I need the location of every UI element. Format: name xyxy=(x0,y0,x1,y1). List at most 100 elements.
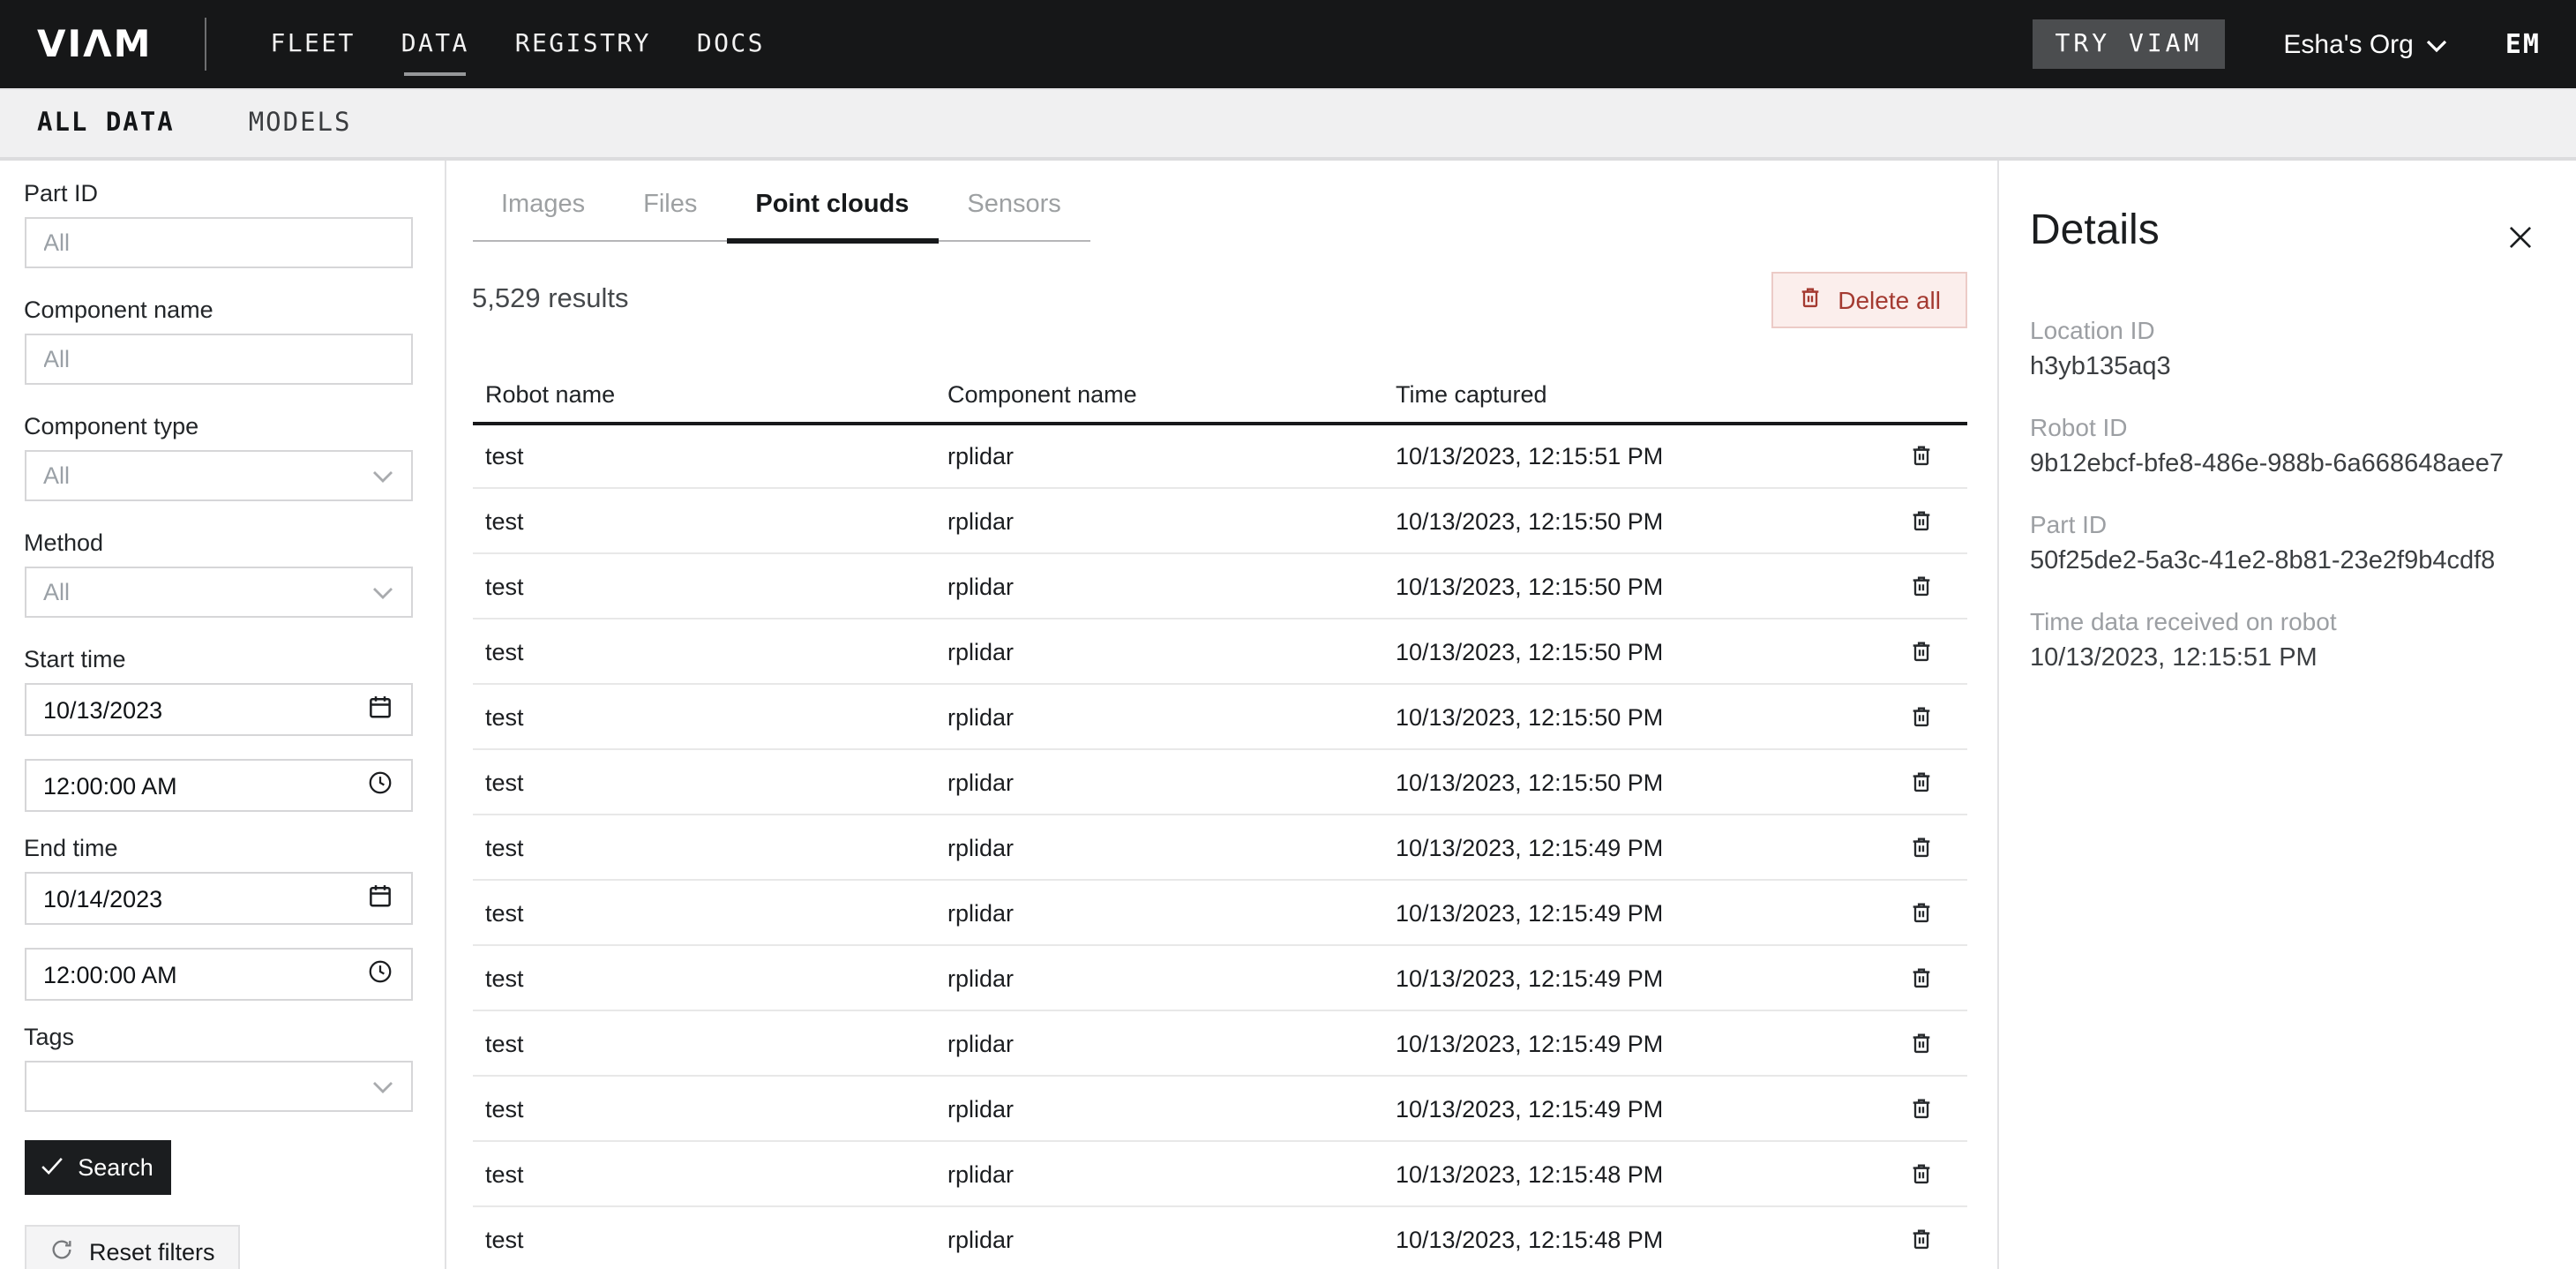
trash-icon xyxy=(1909,513,1934,539)
subnav-tab-all-data[interactable]: ALL DATA xyxy=(37,109,175,138)
viam-logo: VIΛM xyxy=(37,23,152,65)
clock-icon[interactable] xyxy=(366,958,393,990)
nav-item-data[interactable]: DATA xyxy=(401,0,469,88)
table-row[interactable]: test rplidar 10/13/2023, 12:15:49 PM xyxy=(472,815,1967,880)
search-button[interactable]: Search xyxy=(24,1140,170,1195)
cell-component-name: rplidar xyxy=(934,815,1382,880)
cell-component-name: rplidar xyxy=(934,619,1382,684)
method-select[interactable]: All xyxy=(24,567,412,618)
org-name: Esha's Org xyxy=(2283,29,2413,59)
delete-all-button[interactable]: Delete all xyxy=(1771,272,1967,327)
refresh-icon xyxy=(49,1237,73,1267)
try-viam-button[interactable]: TRY VIAM xyxy=(2033,19,2226,69)
trash-icon xyxy=(1909,1166,1934,1192)
data-subnav: ALL DATA MODELS xyxy=(0,88,2576,161)
table-row[interactable]: test rplidar 10/13/2023, 12:15:50 PM xyxy=(472,488,1967,553)
main-nav: FLEET DATA REGISTRY DOCS xyxy=(270,0,764,88)
component-type-label: Component type xyxy=(24,413,411,439)
cell-robot-name: test xyxy=(472,684,934,749)
check-icon xyxy=(41,1154,64,1181)
detail-field-label: Location ID xyxy=(2030,316,2541,344)
table-row[interactable]: test rplidar 10/13/2023, 12:15:50 PM xyxy=(472,749,1967,815)
delete-row-button[interactable] xyxy=(1906,894,1937,929)
cell-robot-name: test xyxy=(472,1076,934,1141)
org-switcher[interactable]: Esha's Org xyxy=(2283,29,2446,59)
component-name-input[interactable] xyxy=(24,334,412,385)
cell-time-captured: 10/13/2023, 12:15:48 PM xyxy=(1382,1206,1799,1269)
delete-row-button[interactable] xyxy=(1906,1220,1937,1256)
table-header-row: Robot name Component name Time captured xyxy=(472,380,1967,423)
table-row[interactable]: test rplidar 10/13/2023, 12:15:49 PM xyxy=(472,880,1967,945)
part-id-input[interactable] xyxy=(24,217,412,268)
delete-row-button[interactable] xyxy=(1906,829,1937,864)
calendar-icon[interactable] xyxy=(366,882,393,914)
cell-time-captured: 10/13/2023, 12:15:49 PM xyxy=(1382,815,1799,880)
tab-files[interactable]: Files xyxy=(614,191,726,240)
start-time-input[interactable]: 12:00:00 AM xyxy=(24,759,412,812)
trash-icon xyxy=(1909,448,1934,475)
detail-field-value: 10/13/2023, 12:15:51 PM xyxy=(2030,644,2541,672)
trash-icon xyxy=(1909,1035,1934,1062)
end-time-input[interactable]: 12:00:00 AM xyxy=(24,948,412,1001)
nav-item-docs[interactable]: DOCS xyxy=(697,0,765,88)
data-main-panel: Images Files Point clouds Sensors 5,529 … xyxy=(446,161,1999,1269)
cell-time-captured: 10/13/2023, 12:15:50 PM xyxy=(1382,684,1799,749)
trash-icon xyxy=(1909,1100,1934,1127)
details-header: Details xyxy=(2030,189,2541,258)
reset-filters-button[interactable]: Reset filters xyxy=(24,1225,240,1269)
filter-start-time: Start time 10/13/2023 12:00:00 AM xyxy=(24,646,411,812)
delete-row-button[interactable] xyxy=(1906,567,1937,603)
trash-icon xyxy=(1909,1231,1934,1258)
table-row[interactable]: test rplidar 10/13/2023, 12:15:49 PM xyxy=(472,1076,1967,1141)
trash-icon xyxy=(1909,578,1934,604)
chevron-down-icon xyxy=(371,1073,393,1100)
clock-icon[interactable] xyxy=(366,770,393,801)
component-type-select[interactable]: All xyxy=(24,450,412,501)
trash-icon xyxy=(1909,709,1934,735)
nav-item-registry[interactable]: REGISTRY xyxy=(515,0,651,88)
method-label: Method xyxy=(24,529,411,556)
trash-icon xyxy=(1909,839,1934,866)
cell-time-captured: 10/13/2023, 12:15:49 PM xyxy=(1382,945,1799,1010)
table-row[interactable]: test rplidar 10/13/2023, 12:15:48 PM xyxy=(472,1206,1967,1269)
delete-row-button[interactable] xyxy=(1906,633,1937,668)
tab-point-clouds[interactable]: Point clouds xyxy=(726,191,938,240)
cell-robot-name: test xyxy=(472,488,934,553)
subnav-tab-models[interactable]: MODELS xyxy=(249,109,352,138)
table-row[interactable]: test rplidar 10/13/2023, 12:15:50 PM xyxy=(472,684,1967,749)
delete-row-button[interactable] xyxy=(1906,959,1937,995)
nav-item-fleet[interactable]: FLEET xyxy=(270,0,355,88)
delete-row-button[interactable] xyxy=(1906,1025,1937,1060)
detail-field-label: Time data received on robot xyxy=(2030,607,2541,635)
tab-images[interactable]: Images xyxy=(472,191,614,240)
cell-component-name: rplidar xyxy=(934,880,1382,945)
filter-component-type: Component type All xyxy=(24,413,411,501)
trash-icon xyxy=(1909,774,1934,800)
table-row[interactable]: test rplidar 10/13/2023, 12:15:50 PM xyxy=(472,619,1967,684)
delete-row-button[interactable] xyxy=(1906,438,1937,473)
table-row[interactable]: test rplidar 10/13/2023, 12:15:48 PM xyxy=(472,1141,1967,1206)
start-date-input[interactable]: 10/13/2023 xyxy=(24,683,412,736)
calendar-icon[interactable] xyxy=(366,694,393,725)
delete-row-button[interactable] xyxy=(1906,1155,1937,1190)
delete-row-button[interactable] xyxy=(1906,502,1937,537)
table-row[interactable]: test rplidar 10/13/2023, 12:15:49 PM xyxy=(472,1010,1967,1076)
delete-row-button[interactable] xyxy=(1906,698,1937,733)
detail-field-value: h3yb135aq3 xyxy=(2030,353,2541,381)
close-details-button[interactable] xyxy=(2500,217,2541,258)
delete-all-label: Delete all xyxy=(1838,286,1941,314)
avatar[interactable]: EM xyxy=(2505,28,2541,60)
delete-row-button[interactable] xyxy=(1906,763,1937,799)
reset-filters-label: Reset filters xyxy=(89,1239,215,1265)
table-row[interactable]: test rplidar 10/13/2023, 12:15:51 PM xyxy=(472,423,1967,488)
top-navigation-bar: VIΛM FLEET DATA REGISTRY DOCS TRY VIAM E… xyxy=(0,0,2576,88)
table-row[interactable]: test rplidar 10/13/2023, 12:15:49 PM xyxy=(472,945,1967,1010)
tags-select[interactable] xyxy=(24,1061,412,1112)
cell-robot-name: test xyxy=(472,1206,934,1269)
cell-robot-name: test xyxy=(472,553,934,619)
table-row[interactable]: test rplidar 10/13/2023, 12:15:50 PM xyxy=(472,553,1967,619)
tab-sensors[interactable]: Sensors xyxy=(938,191,1090,240)
end-date-input[interactable]: 10/14/2023 xyxy=(24,872,412,925)
delete-row-button[interactable] xyxy=(1906,1090,1937,1125)
cell-robot-name: test xyxy=(472,815,934,880)
